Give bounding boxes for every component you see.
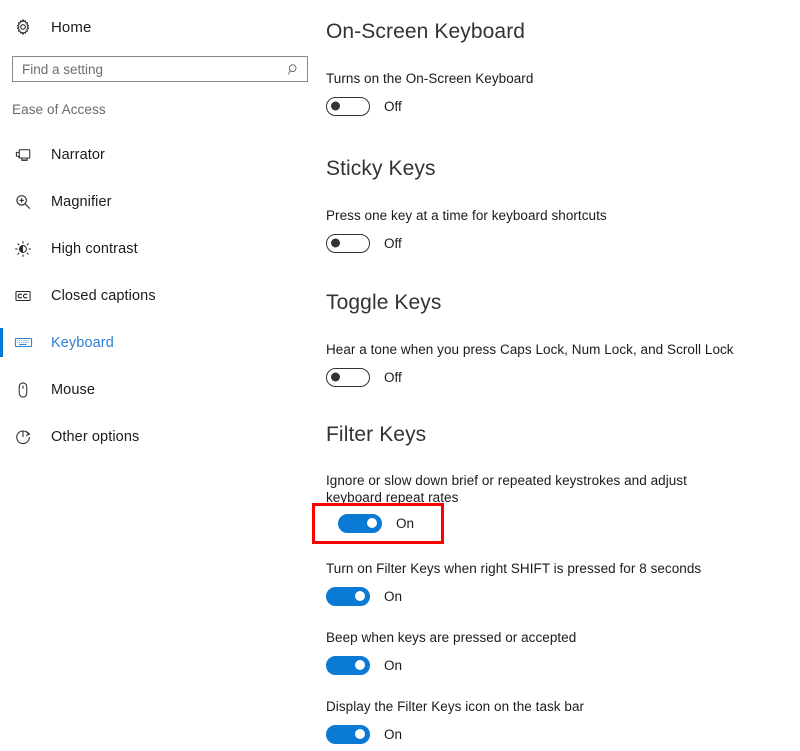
section-filter-keys: Filter Keys Ignore or slow down brief or… bbox=[326, 421, 800, 745]
high-contrast-icon bbox=[12, 240, 34, 258]
closed-captions-icon bbox=[12, 287, 34, 305]
setting-toggle-row: Off bbox=[326, 366, 800, 388]
beep-on-key-press-toggle[interactable] bbox=[326, 655, 370, 675]
setting-description: Ignore or slow down brief or repeated ke… bbox=[326, 473, 687, 505]
narrator-icon bbox=[12, 146, 34, 164]
selection-indicator bbox=[0, 187, 3, 216]
toggle-knob bbox=[355, 660, 365, 670]
setting-toggle-row: On bbox=[326, 585, 800, 607]
sidebar-item-narrator[interactable]: Narrator bbox=[0, 131, 320, 178]
gear-icon bbox=[12, 16, 34, 38]
sidebar-item-label: Keyboard bbox=[51, 334, 114, 351]
selection-indicator bbox=[0, 328, 3, 357]
sidebar-item-closed-captions[interactable]: Closed captions bbox=[0, 272, 320, 319]
sidebar-item-label: High contrast bbox=[51, 240, 138, 257]
section-sticky-keys: Sticky Keys Press one key at a time for … bbox=[326, 155, 800, 254]
sidebar-item-other-options[interactable]: Other options bbox=[0, 413, 320, 460]
toggle-state-label: Off bbox=[384, 369, 402, 385]
setting-toggle-row: On bbox=[326, 723, 800, 745]
filter-keys-shift-shortcut-toggle[interactable] bbox=[326, 586, 370, 606]
setting-description: Press one key at a time for keyboard sho… bbox=[326, 208, 607, 223]
setting-toggle-row: Off bbox=[326, 95, 800, 117]
selection-indicator bbox=[0, 375, 3, 404]
toggle-knob bbox=[355, 591, 365, 601]
highlighted-filter-keys-toggle[interactable]: On bbox=[338, 512, 438, 534]
mouse-icon bbox=[12, 381, 34, 399]
search-box[interactable] bbox=[12, 56, 308, 82]
sidebar-item-label: Narrator bbox=[51, 146, 105, 163]
setting-toggle-row: Off bbox=[326, 232, 800, 254]
sidebar-item-label: Closed captions bbox=[51, 287, 156, 304]
other-options-icon bbox=[12, 428, 34, 446]
search-input[interactable] bbox=[13, 57, 307, 81]
sidebar-item-label: Other options bbox=[51, 428, 140, 445]
toggle-state-label: On bbox=[396, 515, 415, 531]
selection-indicator bbox=[0, 234, 3, 263]
search-icon[interactable] bbox=[286, 62, 300, 76]
sidebar-item-high-contrast[interactable]: High contrast bbox=[0, 225, 320, 272]
toggle-knob bbox=[367, 518, 377, 528]
on-screen-keyboard-toggle[interactable] bbox=[326, 96, 370, 116]
setting-description: Hear a tone when you press Caps Lock, Nu… bbox=[326, 342, 734, 357]
section-title: On-Screen Keyboard bbox=[326, 20, 526, 43]
toggle-state-label: On bbox=[384, 726, 403, 742]
toggle-state-label: Off bbox=[384, 98, 402, 114]
toggle-knob bbox=[331, 372, 340, 382]
sidebar: Home Ease of Access bbox=[0, 0, 320, 751]
keyboard-icon bbox=[12, 333, 34, 352]
selection-indicator bbox=[0, 422, 3, 451]
setting-description: Display the Filter Keys icon on the task… bbox=[326, 699, 585, 714]
sidebar-group-label: Ease of Access bbox=[12, 102, 106, 117]
toggle-keys-toggle[interactable] bbox=[326, 367, 370, 387]
toggle-knob bbox=[331, 101, 340, 111]
setting-description: Turn on Filter Keys when right SHIFT is … bbox=[326, 561, 702, 576]
toggle-state-label: On bbox=[384, 657, 403, 673]
sticky-keys-toggle[interactable] bbox=[326, 233, 370, 253]
sidebar-item-mouse[interactable]: Mouse bbox=[0, 366, 320, 413]
toggle-knob bbox=[331, 238, 340, 248]
sidebar-nav: Narrator Magnifier High contrast Closed … bbox=[0, 131, 320, 460]
setting-description: Beep when keys are pressed or accepted bbox=[326, 630, 577, 645]
sidebar-item-label: Mouse bbox=[51, 381, 96, 398]
main-content: On-Screen Keyboard Turns on the On-Scree… bbox=[320, 0, 800, 751]
sidebar-item-keyboard[interactable]: Keyboard bbox=[0, 319, 320, 366]
setting-description: Turns on the On-Screen Keyboard bbox=[326, 71, 534, 86]
toggle-state-label: On bbox=[384, 588, 403, 604]
settings-window: Home Ease of Access bbox=[0, 0, 800, 751]
selection-indicator bbox=[0, 140, 3, 169]
sidebar-item-magnifier[interactable]: Magnifier bbox=[0, 178, 320, 225]
sidebar-item-home[interactable]: Home bbox=[0, 12, 320, 42]
toggle-knob bbox=[355, 729, 365, 739]
section-toggle-keys: Toggle Keys Hear a tone when you press C… bbox=[326, 289, 800, 388]
section-on-screen-keyboard: On-Screen Keyboard Turns on the On-Scree… bbox=[326, 18, 800, 117]
toggle-state-label: Off bbox=[384, 235, 402, 251]
filter-keys-taskbar-icon-toggle[interactable] bbox=[326, 724, 370, 744]
sidebar-home-label: Home bbox=[51, 18, 92, 36]
section-title: Sticky Keys bbox=[326, 157, 436, 180]
selection-indicator bbox=[0, 281, 3, 310]
magnifier-icon bbox=[12, 193, 34, 211]
section-title: Filter Keys bbox=[326, 423, 427, 446]
section-title: Toggle Keys bbox=[326, 291, 442, 314]
filter-keys-toggle-highlighted[interactable] bbox=[338, 513, 382, 533]
sidebar-item-label: Magnifier bbox=[51, 193, 112, 210]
setting-toggle-row: On bbox=[326, 654, 800, 676]
